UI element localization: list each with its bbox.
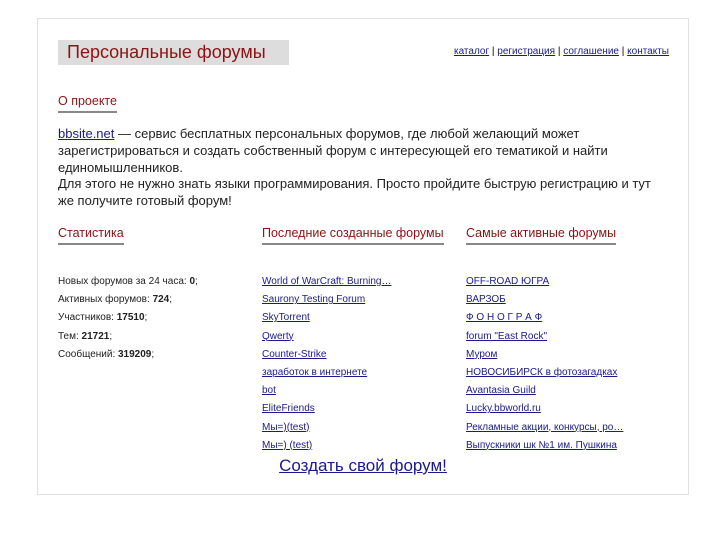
- latest-heading: Последние созданные форумы: [262, 226, 444, 245]
- site-link[interactable]: bbsite.net: [58, 126, 114, 141]
- active-heading: Самые активные форумы: [466, 226, 617, 245]
- forum-link[interactable]: Мы=) (test): [262, 440, 312, 451]
- stats-list: Новых форумов за 24 часа: 0; Активных фор…: [58, 275, 198, 366]
- nav-contacts[interactable]: контакты: [627, 46, 669, 57]
- forum-link[interactable]: Выпускники шк №1 им. Пушкина: [466, 440, 617, 451]
- forum-link[interactable]: OFF-ROAD ЮГРА: [466, 276, 549, 287]
- forum-link[interactable]: Мы=)(test): [262, 422, 309, 433]
- forum-link[interactable]: заработок в интернете: [262, 367, 367, 378]
- create-forum-link[interactable]: Создать свой форум!: [279, 456, 447, 475]
- nav-registration[interactable]: регистрация: [497, 46, 555, 57]
- stat-label: Участников:: [58, 312, 117, 324]
- stat-label: Активных форумов:: [58, 294, 153, 306]
- forum-link[interactable]: Qwerty: [262, 331, 294, 342]
- stat-value: 724: [152, 294, 170, 306]
- stat-row: Участников: 17510;: [58, 312, 148, 324]
- stat-label: Новых форумов за 24 часа:: [58, 276, 190, 287]
- forum-link[interactable]: Ф О Н О Г Р А Ф: [466, 312, 542, 323]
- stat-value: 319209: [118, 348, 152, 360]
- stat-label: Тем:: [58, 330, 82, 342]
- about-text-1: — сервис бесплатных персональных форумов…: [58, 126, 608, 175]
- stat-value: 21721: [81, 330, 110, 342]
- about-text: bbsite.net — сервис бесплатных персональ…: [58, 126, 658, 210]
- latest-forums-list: World of WarCraft: Burning… Saurony Testi…: [262, 275, 391, 457]
- forum-link[interactable]: Counter-Strike: [262, 349, 326, 360]
- stat-row: Активных форумов: 724;: [58, 294, 173, 306]
- forum-link[interactable]: ВАРЗОБ: [466, 294, 506, 305]
- stat-row: Новых форумов за 24 часа: 0;: [58, 276, 198, 287]
- stat-row: Сообщений: 319209;: [58, 348, 155, 360]
- forum-link[interactable]: forum "East Rock": [466, 331, 547, 342]
- active-forums-list: OFF-ROAD ЮГРА ВАРЗОБ Ф О Н О Г Р А Ф forum …: [466, 275, 623, 457]
- forum-link[interactable]: SkyTorrent: [262, 312, 310, 323]
- about-text-2: Для этого не нужно знать языки программи…: [58, 176, 651, 209]
- top-nav: каталог | регистрация | соглашение | кон…: [453, 46, 669, 57]
- stat-value: 0: [189, 276, 195, 287]
- forum-link[interactable]: Saurony Testing Forum: [262, 294, 365, 305]
- forum-link[interactable]: bot: [262, 385, 276, 396]
- nav-catalog[interactable]: каталог: [454, 46, 489, 57]
- forum-link[interactable]: World of WarCraft: Burning…: [262, 276, 391, 287]
- stat-value: 17510: [116, 312, 145, 324]
- stat-label: Сообщений:: [58, 348, 118, 360]
- stats-heading: Статистика: [58, 226, 124, 245]
- forum-link[interactable]: Рекламные акции, конкурсы, ро…: [466, 422, 623, 433]
- forum-link[interactable]: EliteFriends: [262, 403, 315, 414]
- stat-row: Тем: 21721;: [58, 330, 113, 342]
- page-container: Персональные форумы каталог | регистраци…: [37, 18, 689, 495]
- forum-link[interactable]: НОВОСИБИРСК в фотозагадках: [466, 367, 617, 378]
- nav-agreement[interactable]: соглашение: [563, 46, 619, 57]
- forum-link[interactable]: Avantasia Guild: [466, 385, 536, 396]
- about-heading: О проекте: [58, 94, 117, 113]
- forum-link[interactable]: Муром: [466, 349, 497, 360]
- forum-link[interactable]: Lucky.bbworld.ru: [466, 403, 541, 414]
- page-title: Персональные форумы: [58, 40, 289, 65]
